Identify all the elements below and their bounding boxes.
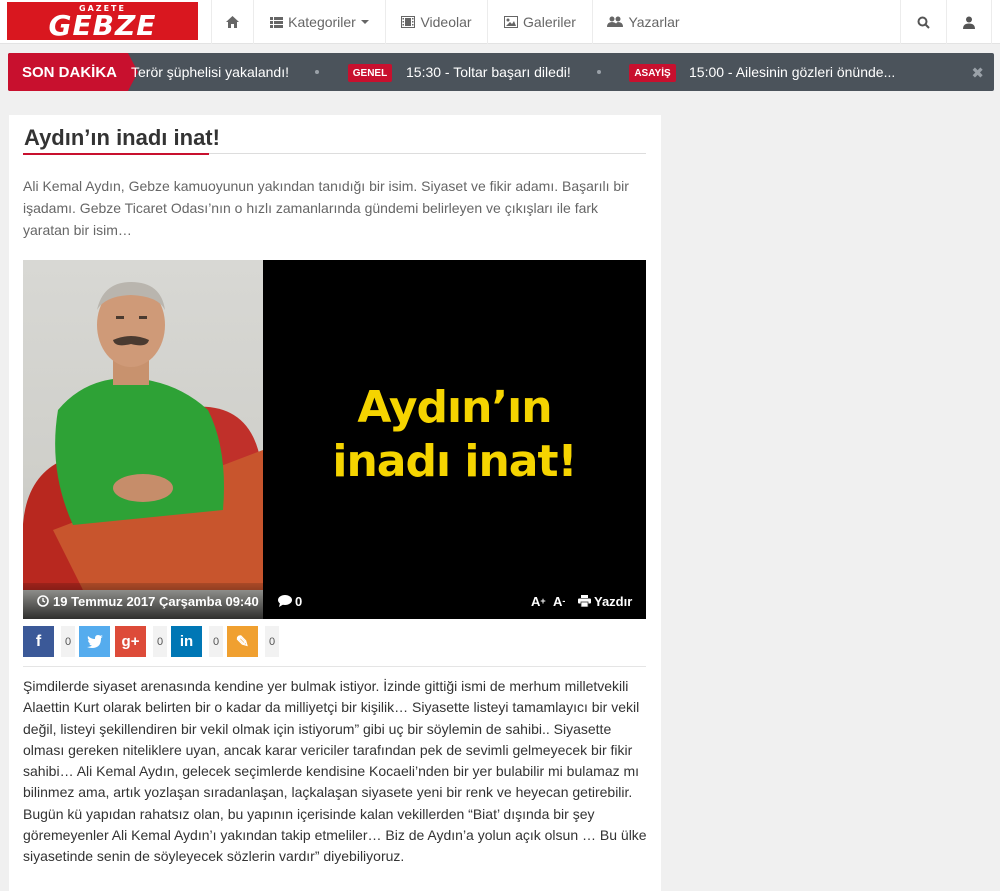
breaking-news-ticker: SON DAKİKA Terör şüphelisi yakalandı! GE… bbox=[8, 53, 994, 91]
article-card: Aydın’ın inadı inat! Ali Kemal Aydın, Ge… bbox=[9, 115, 661, 891]
ticker-item[interactable]: Terör şüphelisi yakalandı! bbox=[131, 53, 289, 91]
font-decrease-label: A bbox=[553, 593, 563, 609]
search-icon bbox=[917, 16, 930, 29]
image-headline-line-1: Aydın’ın bbox=[357, 382, 552, 433]
linkedin-share-button[interactable]: in bbox=[171, 626, 202, 657]
google-plus-icon: g+ bbox=[121, 633, 140, 650]
comment-share-button[interactable]: ✎ bbox=[227, 626, 258, 657]
article-date-text: 19 Temmuz 2017 Çarşamba 09:40 bbox=[53, 593, 259, 609]
clock-icon bbox=[37, 595, 49, 607]
linkedin-icon: in bbox=[179, 633, 194, 650]
facebook-share-count: 0 bbox=[61, 626, 75, 657]
nav-categories[interactable]: Kategoriler bbox=[253, 0, 385, 44]
nav-search-button[interactable] bbox=[900, 0, 946, 44]
ticker-badge-asayis[interactable]: ASAYİŞ bbox=[629, 64, 676, 82]
font-increase-label: A bbox=[531, 593, 541, 609]
print-icon bbox=[578, 595, 591, 607]
ticker-separator bbox=[597, 70, 601, 74]
pencil-icon: ✎ bbox=[235, 633, 250, 651]
share-divider bbox=[23, 666, 646, 667]
breaking-news-label: SON DAKİKA bbox=[8, 53, 138, 91]
ticker-badge-genel[interactable]: GENEL bbox=[348, 64, 392, 82]
linkedin-share-count: 0 bbox=[209, 626, 223, 657]
ticker-item[interactable]: 15:30 - Toltar başarı diledi! bbox=[406, 53, 571, 91]
nav-home[interactable] bbox=[211, 0, 253, 44]
image-headline: Aydın’ın inadı inat! bbox=[263, 260, 646, 590]
facebook-icon: f bbox=[35, 632, 42, 650]
ticker-item[interactable]: 15:00 - Ailesinin gözleri önünde... bbox=[689, 53, 895, 91]
comment-share-count: 0 bbox=[265, 626, 279, 657]
twitter-share-button[interactable] bbox=[79, 626, 110, 657]
nav-categories-label: Kategoriler bbox=[288, 14, 356, 30]
print-button[interactable]: Yazdır bbox=[578, 583, 632, 619]
nav-galleries[interactable]: Galeriler bbox=[487, 0, 592, 44]
article-body: Şimdilerde siyaset arenasında kendine ye… bbox=[23, 678, 647, 865]
twitter-icon bbox=[86, 635, 103, 648]
font-decrease-button[interactable]: A- bbox=[553, 583, 565, 619]
list-icon bbox=[270, 16, 284, 28]
close-icon[interactable]: ✖ bbox=[971, 64, 984, 82]
font-increase-button[interactable]: A + bbox=[531, 583, 546, 619]
image-icon bbox=[504, 16, 519, 28]
home-icon bbox=[226, 16, 239, 28]
nav-user-button[interactable] bbox=[946, 0, 992, 44]
article-summary: Ali Kemal Aydın, Gebze kamuoyunun yakınd… bbox=[23, 178, 629, 238]
comment-count-value: 0 bbox=[295, 593, 303, 609]
portrait-photo bbox=[23, 260, 263, 619]
article-date: 19 Temmuz 2017 Çarşamba 09:40 bbox=[37, 583, 259, 619]
site-logo[interactable]: GAZETE GEBZE bbox=[7, 2, 198, 40]
nav-galleries-label: Galeriler bbox=[523, 14, 576, 30]
article-image: Aydın’ın inadı inat! 19 Temmuz 2017 Çarş… bbox=[23, 260, 646, 619]
article-title: Aydın’ın inadı inat! bbox=[24, 125, 220, 150]
nav-videos[interactable]: Videolar bbox=[385, 0, 487, 44]
minus-icon: - bbox=[562, 596, 566, 606]
film-icon bbox=[401, 16, 416, 28]
chevron-down-icon bbox=[360, 20, 369, 24]
user-icon bbox=[963, 16, 975, 29]
top-navbar: GAZETE GEBZE Kategoriler Videolar Galeri… bbox=[0, 0, 1000, 44]
plus-icon: + bbox=[540, 596, 546, 606]
facebook-share-button[interactable]: f bbox=[23, 626, 54, 657]
users-icon bbox=[607, 16, 624, 28]
comment-icon bbox=[278, 595, 292, 607]
image-headline-line-2: inadı inat! bbox=[332, 436, 577, 487]
google-plus-share-count: 0 bbox=[153, 626, 167, 657]
comment-count[interactable]: 0 bbox=[278, 583, 302, 619]
title-underline bbox=[23, 153, 209, 155]
nav-authors[interactable]: Yazarlar bbox=[592, 0, 694, 44]
logo-main-text: GEBZE bbox=[48, 8, 157, 42]
google-plus-share-button[interactable]: g+ bbox=[115, 626, 146, 657]
print-label: Yazdır bbox=[594, 593, 633, 609]
ticker-separator bbox=[315, 70, 319, 74]
image-meta-bar: 19 Temmuz 2017 Çarşamba 09:40 0 A + A- Ya… bbox=[23, 583, 646, 619]
nav-authors-label: Yazarlar bbox=[628, 14, 680, 30]
nav-videos-label: Videolar bbox=[420, 14, 472, 30]
